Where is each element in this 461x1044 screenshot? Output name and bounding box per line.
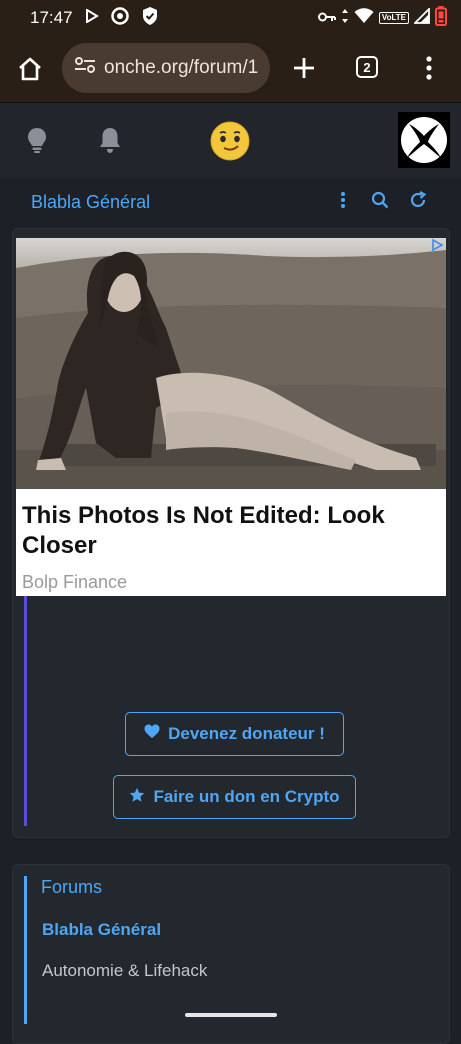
data-arrows-icon [341,8,349,29]
donor-button-label: Devenez donateur ! [168,724,325,743]
star-icon [129,787,145,808]
chrome-icon [110,6,129,30]
browser-toolbar: onche.org/forum/1 2 [0,36,461,102]
ad-photo[interactable] [16,238,446,490]
forum-title[interactable]: Blabla Général [31,192,150,213]
adchoices-icon[interactable] [430,238,444,252]
battery-low-icon [435,5,447,31]
tab-count: 2 [356,56,378,78]
url-text: onche.org/forum/1 [104,57,259,78]
play-store-icon [85,8,99,28]
forums-heading: Forums [41,877,103,897]
home-indicator[interactable] [185,1013,277,1017]
status-time: 17:47 [30,8,73,27]
lightbulb-icon[interactable] [26,126,48,154]
new-tab-icon[interactable] [291,55,317,81]
donor-button[interactable]: Devenez donateur ! [125,712,344,756]
forums-accent-bar [24,876,27,1024]
card-accent-bar [24,596,27,826]
volte-label: VoLTE [378,12,409,24]
bell-icon[interactable] [98,126,122,154]
site-settings-icon[interactable] [74,56,96,80]
heart-icon [144,724,160,744]
home-icon[interactable] [16,55,44,83]
more-vert-icon[interactable] [424,55,434,81]
wifi-icon [354,7,374,29]
search-icon[interactable] [371,191,389,209]
forum-link-blabla-general[interactable]: Blabla Général [42,920,161,940]
forum-bar: Blabla Général [0,178,461,224]
emoji-icon[interactable] [210,121,250,161]
key-icon [317,8,336,28]
forum-more-icon[interactable] [339,191,347,209]
signal-icon [412,6,430,29]
crypto-donate-button[interactable]: Faire un don en Crypto [113,775,356,819]
refresh-icon[interactable] [409,191,427,209]
crypto-button-label: Faire un don en Crypto [153,787,340,806]
xbox-logo-avatar[interactable] [398,112,450,168]
ad-headline[interactable]: This Photos Is Not Edited: Look Closer [22,501,432,561]
address-bar[interactable]: onche.org/forum/1 [62,43,270,93]
tabs-icon[interactable]: 2 [356,56,378,78]
status-bar: 17:47 VoLTE [0,0,461,36]
ad-source[interactable]: Bolp Finance [22,572,127,593]
shield-icon [141,6,159,31]
forum-link-autonomie-lifehack[interactable]: Autonomie & Lifehack [42,961,207,981]
